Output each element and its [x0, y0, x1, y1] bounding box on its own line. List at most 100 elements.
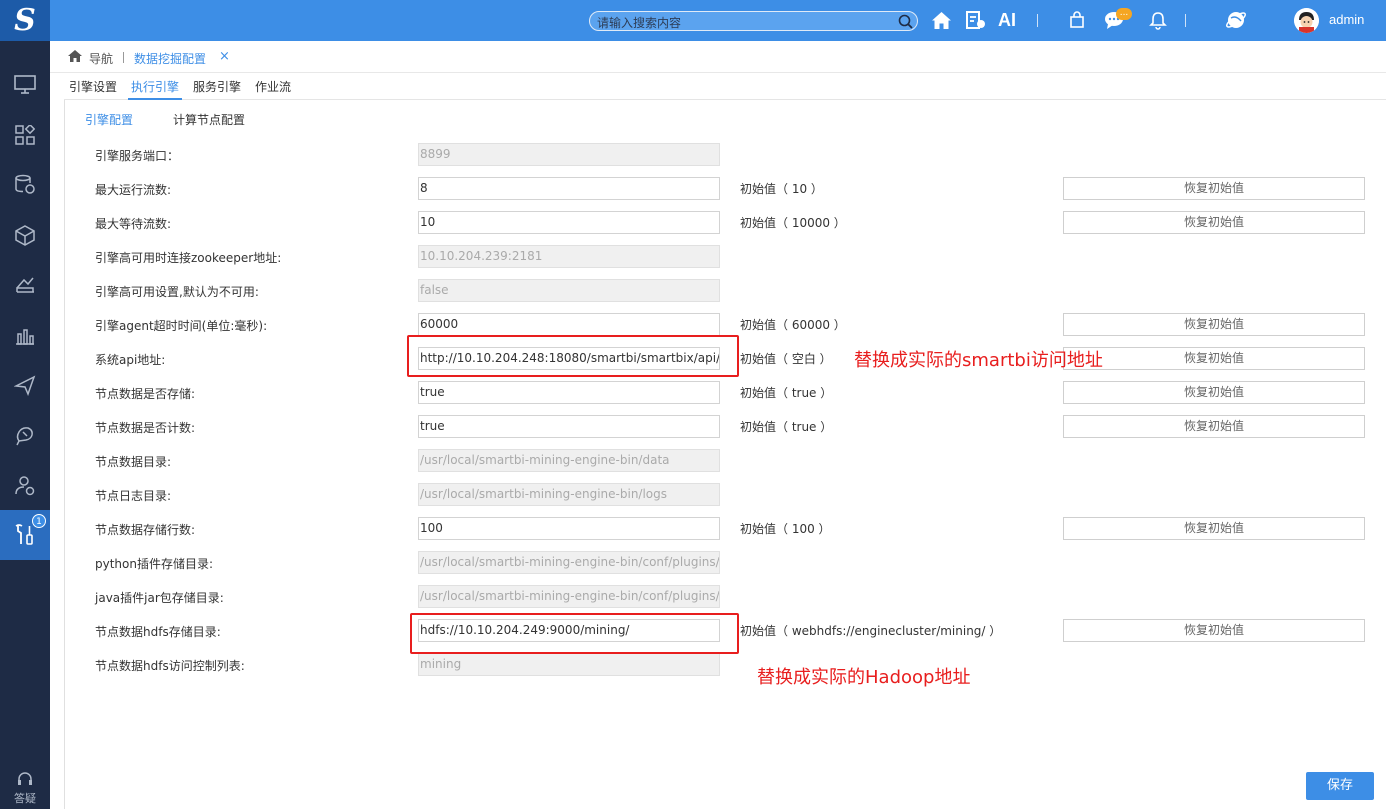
- sidebar-item-users[interactable]: [0, 460, 50, 510]
- field-label: 节点数据hdfs访问控制列表:: [95, 659, 245, 673]
- subtab-compute-node-config[interactable]: 计算节点配置: [173, 111, 245, 128]
- field-label: 节点数据是否存储:: [95, 387, 196, 401]
- monitor-icon: [14, 75, 36, 94]
- restore-default-button[interactable]: 恢复初始值: [1063, 177, 1365, 200]
- readonly-field: /usr/local/smartbi-mining-engine-bin/dat…: [418, 449, 720, 472]
- config-input[interactable]: 100: [418, 517, 720, 540]
- bar-chart-icon: [16, 329, 34, 345]
- hdfs-highlight-box: [410, 613, 739, 654]
- field-label: 节点数据是否计数:: [95, 421, 196, 435]
- field-label: 最大等待流数:: [95, 217, 172, 231]
- restore-default-button[interactable]: 恢复初始值: [1063, 381, 1365, 404]
- sidebar-item-apps[interactable]: [0, 110, 50, 160]
- restore-default-button[interactable]: 恢复初始值: [1063, 211, 1365, 234]
- breadcrumb: 导航 数据挖掘配置 ×: [50, 41, 1386, 73]
- initial-value-text: 初始值（ webhdfs://enginecluster/mining/ ）: [740, 624, 1002, 638]
- app-logo[interactable]: S: [0, 0, 50, 41]
- sidebar-item-system-ops[interactable]: 1: [0, 510, 50, 560]
- tab-execution-engine[interactable]: 执行引擎: [128, 78, 183, 100]
- breadcrumb-divider: [123, 52, 124, 63]
- field-label: 系统api地址:: [95, 353, 166, 367]
- report-icon[interactable]: [964, 9, 986, 31]
- message-badge: ...: [1116, 8, 1132, 20]
- initial-value-text: 初始值（ 10 ）: [740, 182, 823, 196]
- home-icon[interactable]: [930, 9, 952, 31]
- search-icon[interactable]: [897, 13, 914, 30]
- cube-icon: [15, 225, 35, 246]
- sidebar-item-mining[interactable]: [0, 410, 50, 460]
- username[interactable]: admin: [1329, 12, 1364, 27]
- toolbar-divider: [1185, 14, 1186, 27]
- initial-value-text: 初始值（ 空白 ）: [740, 352, 832, 366]
- config-input[interactable]: 10: [418, 211, 720, 234]
- config-input[interactable]: true: [418, 381, 720, 404]
- readonly-field: /usr/local/smartbi-mining-engine-bin/con…: [418, 585, 720, 608]
- subtab-engine-config[interactable]: 引擎配置: [85, 111, 133, 128]
- tab-workflow[interactable]: 作业流: [255, 78, 291, 100]
- readonly-field: 8899: [418, 143, 720, 166]
- config-input[interactable]: 8: [418, 177, 720, 200]
- search-placeholder: 请输入搜索内容: [597, 16, 682, 30]
- logo-text: S: [14, 2, 36, 38]
- layers-chart-icon: [16, 277, 34, 293]
- field-label: 引擎高可用设置,默认为不可用:: [95, 285, 259, 299]
- brain-icon: [16, 427, 33, 446]
- field-label: 节点数据目录:: [95, 455, 172, 469]
- restore-default-button[interactable]: 恢复初始值: [1063, 347, 1365, 370]
- readonly-field: /usr/local/smartbi-mining-engine-bin/con…: [418, 551, 720, 574]
- avatar[interactable]: [1294, 8, 1319, 33]
- user-settings-icon: [15, 476, 35, 496]
- home-icon[interactable]: [67, 49, 83, 66]
- top-bar: S 请输入搜索内容 AI ... admin: [0, 0, 1386, 41]
- field-label: 节点日志目录:: [95, 489, 172, 503]
- close-tab-icon[interactable]: ×: [219, 49, 230, 64]
- field-label: java插件jar包存储目录:: [95, 591, 224, 605]
- sidebar-item-report[interactable]: [0, 310, 50, 360]
- restore-default-button[interactable]: 恢复初始值: [1063, 619, 1365, 642]
- field-label: 节点数据存储行数:: [95, 523, 196, 537]
- sidebar-item-dashboard[interactable]: [0, 60, 50, 110]
- config-input[interactable]: true: [418, 415, 720, 438]
- bell-icon[interactable]: [1147, 9, 1169, 31]
- content-border: [64, 100, 65, 809]
- readonly-field: 10.10.204.239:2181: [418, 245, 720, 268]
- sidebar-item-publish[interactable]: [0, 360, 50, 410]
- sidebar-item-analysis[interactable]: [0, 260, 50, 310]
- save-button[interactable]: 保存: [1306, 772, 1374, 800]
- theme-icon[interactable]: [1224, 9, 1248, 31]
- help-button[interactable]: 答疑: [0, 771, 50, 806]
- ai-icon[interactable]: AI: [996, 9, 1018, 31]
- sidebar-item-datasource[interactable]: [0, 160, 50, 210]
- send-icon: [14, 375, 36, 396]
- field-label: 引擎agent超时时间(单位:毫秒):: [95, 319, 268, 333]
- field-label: 节点数据hdfs存储目录:: [95, 625, 221, 639]
- sidebar: 1 答疑: [0, 41, 50, 809]
- grid-icon: [15, 125, 35, 145]
- api-annotation: 替换成实际的smartbi访问地址: [854, 350, 1103, 371]
- restore-default-button[interactable]: 恢复初始值: [1063, 415, 1365, 438]
- initial-value-text: 初始值（ true ）: [740, 386, 833, 400]
- tab-engine-settings[interactable]: 引擎设置: [69, 78, 117, 100]
- field-label: python插件存储目录:: [95, 557, 214, 571]
- readonly-field: mining: [418, 653, 720, 676]
- field-label: 引擎高可用时连接zookeeper地址:: [95, 251, 282, 265]
- tab-service-engine[interactable]: 服务引擎: [193, 78, 241, 100]
- database-settings-icon: [15, 174, 35, 194]
- initial-value-text: 初始值（ 100 ）: [740, 522, 831, 536]
- config-input[interactable]: 60000: [418, 313, 720, 336]
- sidebar-item-model[interactable]: [0, 210, 50, 260]
- headset-icon: [18, 772, 32, 785]
- initial-value-text: 初始值（ true ）: [740, 420, 833, 434]
- restore-default-button[interactable]: 恢复初始值: [1063, 313, 1365, 336]
- breadcrumb-nav[interactable]: 导航: [89, 50, 113, 67]
- search-input[interactable]: 请输入搜索内容: [589, 11, 918, 31]
- readonly-field: false: [418, 279, 720, 302]
- breadcrumb-current-tab[interactable]: 数据挖掘配置: [134, 50, 206, 67]
- readonly-field: /usr/local/smartbi-mining-engine-bin/log…: [418, 483, 720, 506]
- tools-icon: [15, 524, 33, 545]
- restore-default-button[interactable]: 恢复初始值: [1063, 517, 1365, 540]
- initial-value-text: 初始值（ 10000 ）: [740, 216, 846, 230]
- notification-badge: 1: [32, 514, 46, 528]
- bag-icon[interactable]: [1066, 9, 1088, 31]
- initial-value-text: 初始值（ 60000 ）: [740, 318, 846, 332]
